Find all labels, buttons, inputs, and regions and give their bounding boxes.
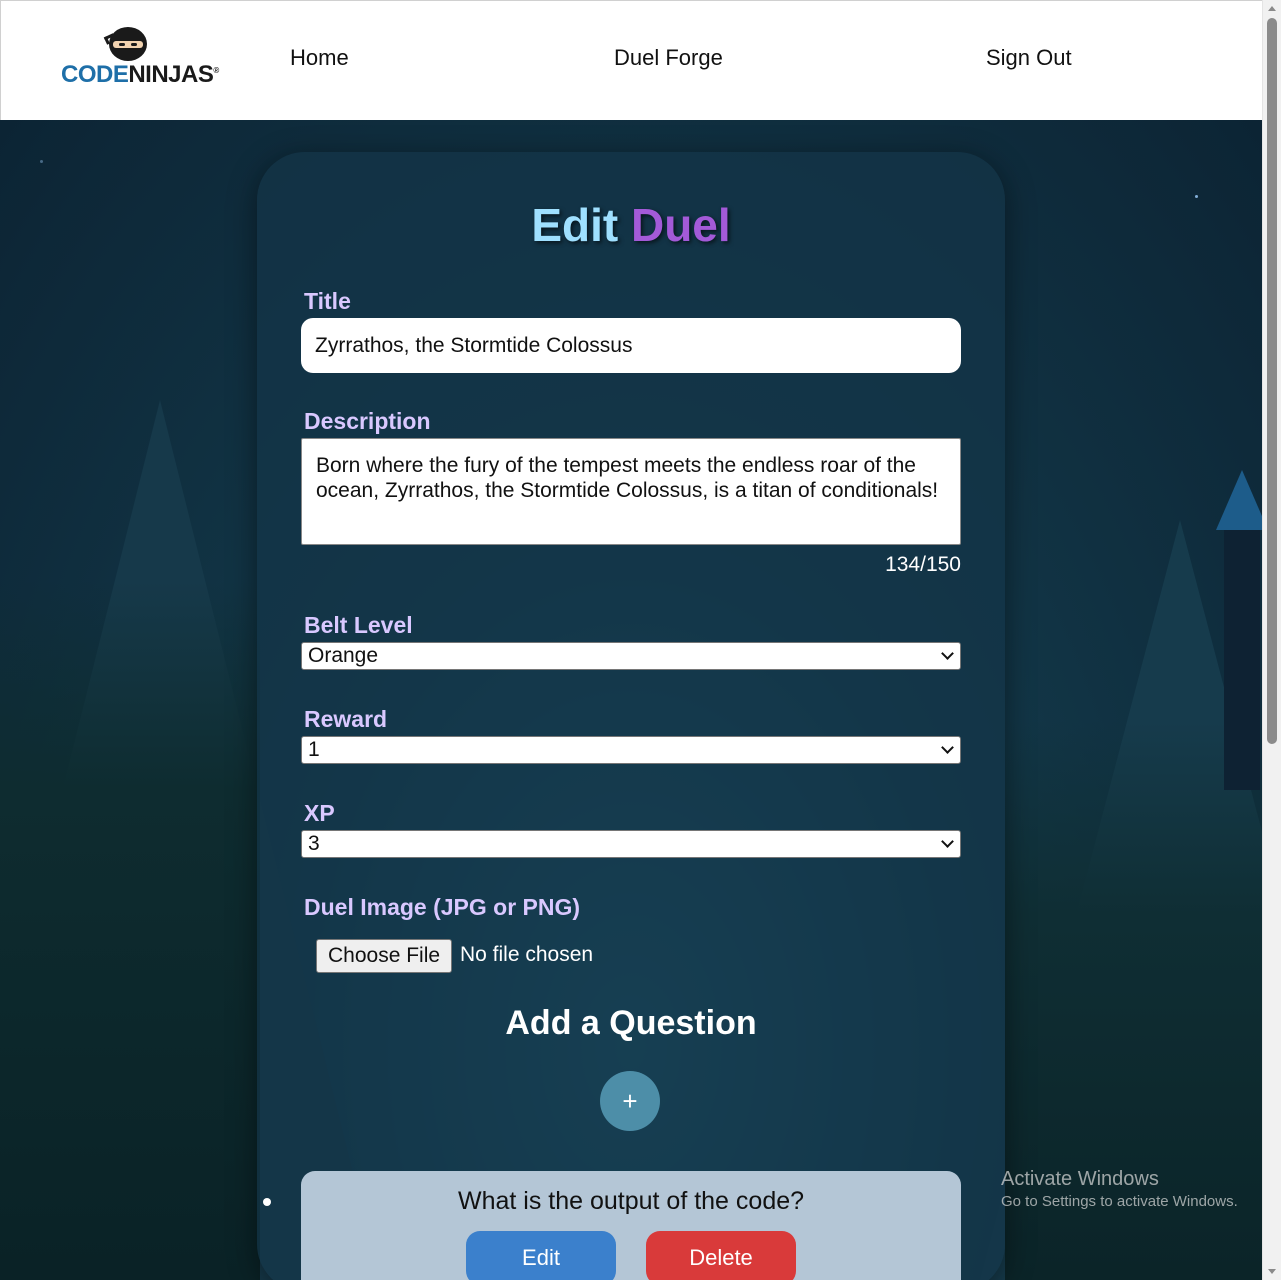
xp-selected-value: 3: [308, 832, 320, 855]
edit-duel-card: Edit Duel Title Description Born where t…: [257, 152, 1005, 1280]
code-ninjas-logo[interactable]: CODENINJAS®: [61, 27, 219, 93]
forest-decoration: [0, 580, 260, 1280]
belt-level-select[interactable]: Orange: [301, 642, 961, 670]
page-scrollbar[interactable]: [1262, 0, 1281, 1280]
add-question-heading: Add a Question: [505, 1004, 757, 1042]
choose-file-button[interactable]: Choose File: [316, 939, 453, 973]
description-char-counter: 134/150: [885, 553, 961, 576]
scroll-up-arrow-icon[interactable]: [1268, 6, 1276, 11]
ninja-face-band: [113, 41, 143, 48]
star-decoration: [1195, 195, 1198, 198]
castle-tower: [1224, 530, 1260, 790]
ninja-eye-icon: [131, 43, 137, 46]
chevron-down-icon: [941, 835, 954, 848]
chevron-down-icon: [941, 741, 954, 754]
title-label: Title: [304, 288, 351, 314]
question-list-item: What is the output of the code? Edit Del…: [301, 1171, 961, 1280]
reward-selected-value: 1: [308, 738, 320, 761]
nav-sign-out-link[interactable]: Sign Out: [986, 45, 1072, 71]
top-nav-bar: CODENINJAS® Home Duel Forge Sign Out: [0, 0, 1262, 120]
chevron-down-icon: [941, 647, 954, 660]
add-question-button[interactable]: +: [600, 1071, 660, 1131]
duel-image-label: Duel Image (JPG or PNG): [304, 894, 581, 920]
activate-windows-title: Activate Windows: [1001, 1168, 1159, 1190]
castle-tower-roof: [1216, 470, 1262, 530]
xp-label: XP: [304, 800, 335, 826]
reward-label: Reward: [304, 706, 388, 732]
nav-duel-forge-link[interactable]: Duel Forge: [614, 45, 723, 71]
description-label: Description: [304, 408, 431, 434]
xp-select[interactable]: 3: [301, 830, 961, 858]
edit-question-button[interactable]: Edit: [466, 1231, 616, 1280]
list-bullet: [263, 1198, 271, 1206]
description-textarea[interactable]: Born where the fury of the tempest meets…: [301, 438, 961, 545]
question-text: What is the output of the code?: [457, 1187, 805, 1215]
page-title: Edit Duel: [531, 199, 731, 251]
belt-level-label: Belt Level: [304, 612, 413, 638]
star-decoration: [40, 160, 43, 163]
file-status-text: No file chosen: [460, 943, 594, 966]
title-input[interactable]: [301, 318, 961, 373]
logo-wordmark: CODENINJAS®: [61, 61, 219, 88]
activate-windows-subtitle: Go to Settings to activate Windows.: [1001, 1193, 1238, 1210]
ninja-eye-icon: [119, 43, 125, 46]
nav-home-link[interactable]: Home: [290, 45, 349, 71]
delete-question-button[interactable]: Delete: [646, 1231, 796, 1280]
scroll-down-arrow-icon[interactable]: [1268, 1269, 1276, 1274]
reward-select[interactable]: 1: [301, 736, 961, 764]
belt-level-selected-value: Orange: [308, 644, 379, 667]
scrollbar-thumb[interactable]: [1267, 18, 1277, 744]
